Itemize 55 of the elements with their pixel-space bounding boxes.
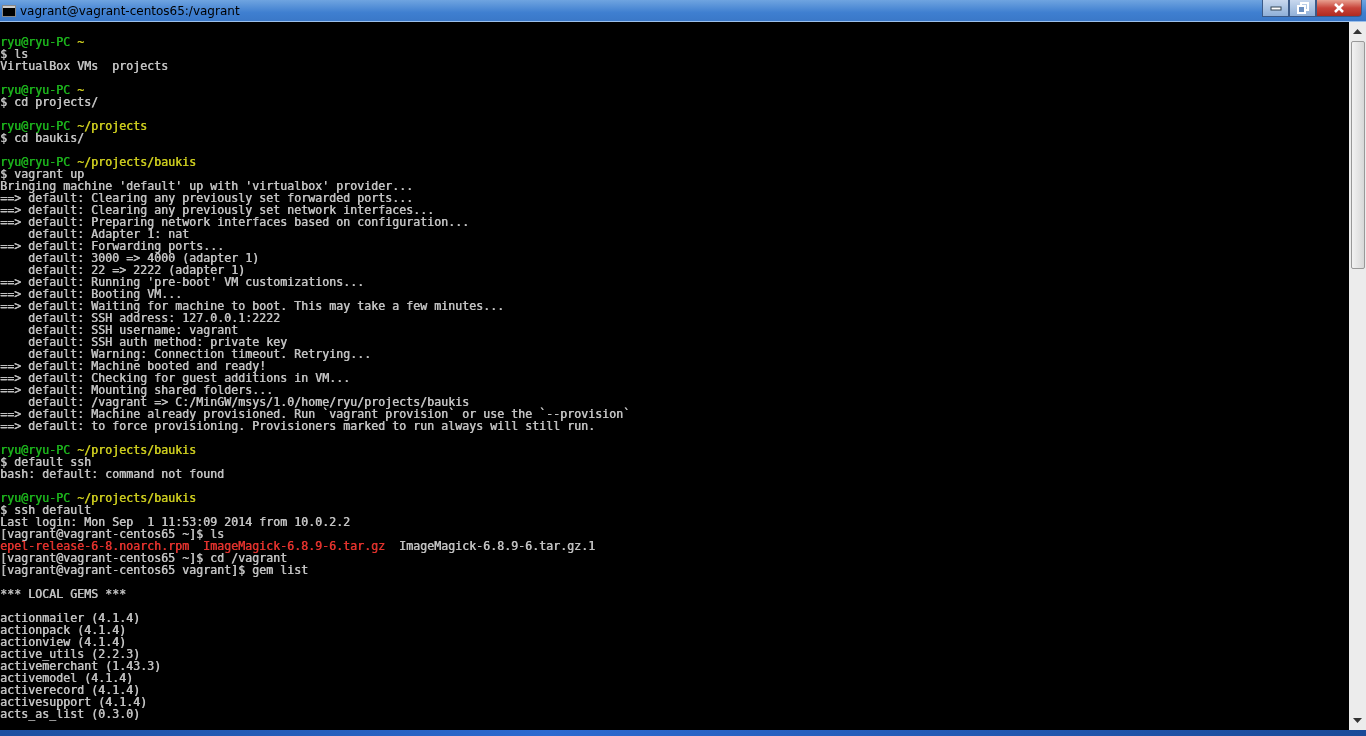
close-icon [1332, 3, 1346, 13]
terminal-text: acts_as_list (0.3.0) [0, 707, 140, 721]
terminal-text: default: Adapter 1: nat [27, 227, 189, 241]
terminal-text: [vagrant@vagrant-centos65 ~]$ ls [0, 527, 224, 541]
terminal-text: ~/projects/baukis [77, 491, 196, 505]
terminal-text: ~/projects [77, 119, 147, 133]
terminal-text: default: /vagrant => C:/MinGW/msys/1.0/home/ryu/projects/baukis [27, 395, 469, 409]
scroll-up-icon[interactable] [1353, 29, 1362, 34]
terminal-text: ~ [76, 35, 84, 49]
terminal-text: ryu@ryu-PC [0, 155, 70, 169]
terminal-text: VirtualBox VMs projects [0, 59, 168, 73]
terminal-text: actionpack (4.1.4) [0, 623, 126, 637]
scroll-down-icon[interactable] [1353, 718, 1362, 723]
terminal-icon [2, 4, 16, 17]
terminal-text: ==> default: Machine booted and ready! [0, 359, 266, 373]
terminal-text: ~/projects/baukis [76, 155, 196, 169]
terminal-text: actionmailer (4.1.4) [0, 611, 140, 625]
terminal-text: ==> default: Preparing network interfaces based on configuration... [0, 215, 469, 229]
terminal-text: actionview (4.1.4) [0, 635, 126, 649]
terminal-text: active_utils (2.2.3) [0, 647, 140, 661]
terminal-text: activemerchant (1.43.3) [0, 659, 161, 673]
terminal-text: ryu@ryu-PC [0, 83, 70, 97]
scrollbar-thumb[interactable] [1350, 41, 1365, 269]
terminal-text: *** LOCAL GEMS *** [0, 587, 126, 601]
scrollbar[interactable] [1349, 22, 1366, 730]
terminal-text: default: Warning: Connection timeout. Retrying... [27, 347, 371, 361]
terminal-text: ryu@ryu-PC [0, 491, 70, 505]
terminal-text: activerecord (4.1.4) [0, 683, 140, 697]
terminal-text: ImageMagick-6.8.9-6.tar.gz.1 [397, 539, 595, 553]
terminal-text: ==> default: Booting VM... [0, 287, 182, 301]
terminal-text: ryu@ryu-PC [0, 35, 70, 49]
close-button[interactable] [1316, 0, 1362, 17]
terminal-text: ryu@ryu-PC [0, 119, 70, 133]
terminal-text: ==> default: Forwarding ports... [0, 239, 224, 253]
terminal-text: default: SSH address: 127.0.0.1:2222 [27, 311, 280, 325]
terminal-text: default: 22 => 2222 (adapter 1) [27, 263, 245, 277]
terminal-text: Last login: Mon Sep 1 11:53:09 2014 from 10.0.2.2 [0, 515, 350, 529]
terminal-text: ImageMagick-6.8.9-6.tar.gz [202, 539, 385, 553]
terminal-text: ~/projects/baukis [77, 443, 196, 457]
terminal-text: epel-release-6-8.noarch.rpm [0, 539, 189, 553]
terminal-text: Bringing machine 'default' up with 'virtualbox' provider... [0, 179, 413, 193]
terminal-text: default: SSH username: vagrant [27, 323, 238, 337]
terminal-text: ~ [77, 83, 84, 97]
restore-button[interactable] [1289, 0, 1316, 17]
minimize-button[interactable] [1262, 0, 1289, 17]
terminal-text: ryu@ryu-PC [0, 443, 70, 457]
terminal-text: activemodel (4.1.4) [0, 671, 133, 685]
terminal-text: activesupport (4.1.4) [0, 695, 147, 709]
terminal-text: ==> default: Checking for guest additions in VM... [0, 371, 350, 385]
terminal-text: ==> default: Waiting for machine to boot. This may take a few minutes... [0, 299, 504, 313]
minimize-icon [1269, 5, 1282, 11]
terminal-text: default: 3000 => 4000 (adapter 1) [27, 251, 259, 265]
terminal-text: bash: default: command not found [0, 467, 224, 481]
restore-icon [1296, 2, 1309, 14]
window-title: vagrant@vagrant-centos65:/vagrant [20, 3, 240, 18]
